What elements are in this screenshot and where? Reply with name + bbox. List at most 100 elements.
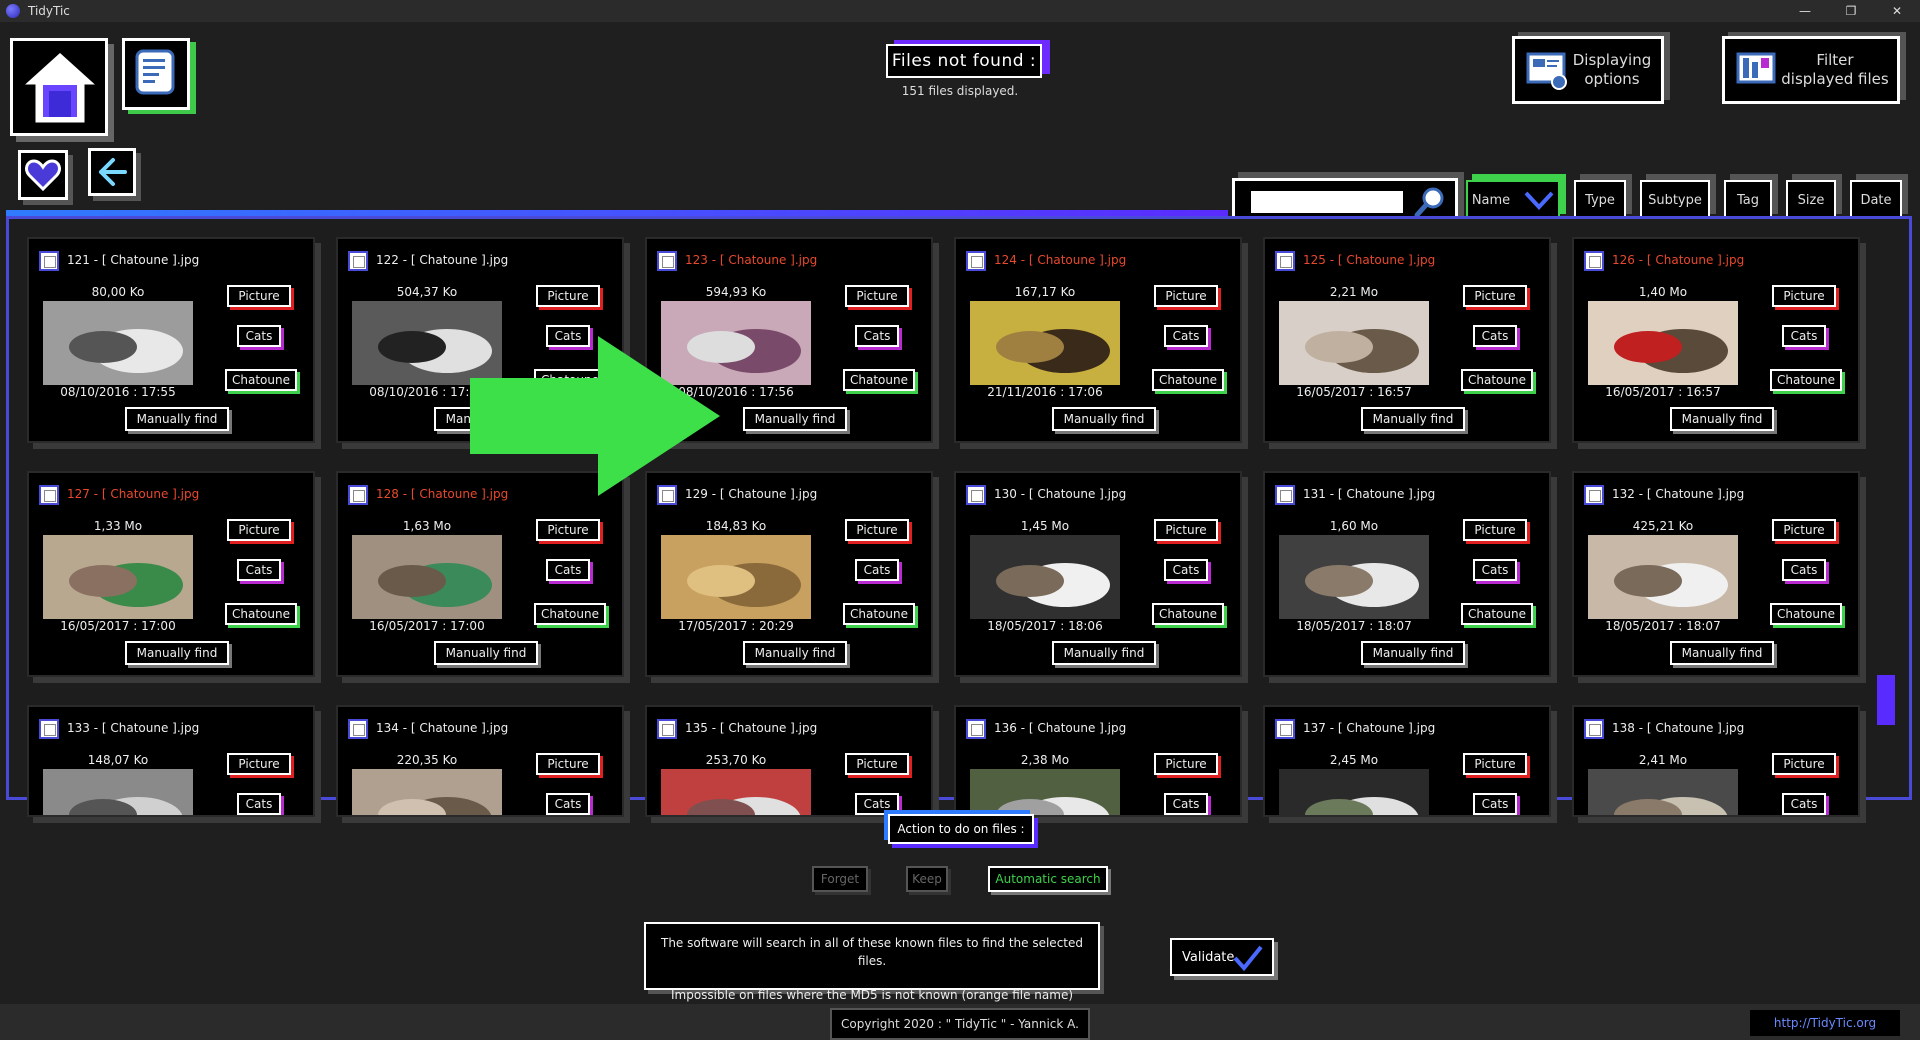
documents-button[interactable] [122, 38, 190, 110]
file-card[interactable]: 125 - [ Chatoune ].jpg 2,21 Mo 16/05/201… [1263, 237, 1551, 443]
type-tag[interactable]: Picture [845, 285, 909, 307]
file-checkbox[interactable] [39, 251, 59, 271]
sort-date-button[interactable]: Date [1850, 180, 1902, 220]
manually-find-button[interactable]: Manually find [743, 407, 847, 431]
file-checkbox[interactable] [348, 251, 368, 271]
name-tag[interactable]: Chatoune [225, 369, 297, 391]
name-tag[interactable]: Chatoune [843, 369, 915, 391]
file-card[interactable]: 133 - [ Chatoune ].jpg 148,07 Ko Picture… [27, 705, 315, 817]
subtype-tag[interactable]: Cats [1164, 559, 1208, 581]
name-tag[interactable]: Chatoune [1152, 603, 1224, 625]
display-options-button[interactable]: Displaying options [1512, 36, 1664, 104]
minimize-button[interactable]: — [1782, 0, 1828, 22]
file-checkbox[interactable] [1584, 719, 1604, 739]
type-tag[interactable]: Picture [536, 753, 600, 775]
file-card[interactable]: 138 - [ Chatoune ].jpg 2,41 Mo Picture C… [1572, 705, 1860, 817]
file-card[interactable]: 130 - [ Chatoune ].jpg 1,45 Mo 18/05/201… [954, 471, 1242, 677]
manually-find-button[interactable]: Manually find [125, 407, 229, 431]
name-tag[interactable]: Chatoune [225, 603, 297, 625]
validate-button[interactable]: Validate [1170, 938, 1274, 976]
file-checkbox[interactable] [1275, 719, 1295, 739]
filter-files-button[interactable]: Filter displayed files [1722, 36, 1900, 104]
file-checkbox[interactable] [39, 485, 59, 505]
subtype-tag[interactable]: Cats [1164, 325, 1208, 347]
file-card[interactable]: 135 - [ Chatoune ].jpg 253,70 Ko Picture… [645, 705, 933, 817]
file-checkbox[interactable] [966, 719, 986, 739]
name-tag[interactable]: Chatoune [1461, 369, 1533, 391]
subtype-tag[interactable]: Cats [855, 325, 899, 347]
file-card[interactable]: 136 - [ Chatoune ].jpg 2,38 Mo Picture C… [954, 705, 1242, 817]
type-tag[interactable]: Picture [1463, 519, 1527, 541]
file-card[interactable]: 128 - [ Chatoune ].jpg 1,63 Mo 16/05/201… [336, 471, 624, 677]
type-tag[interactable]: Picture [227, 519, 291, 541]
subtype-tag[interactable]: Cats [237, 793, 281, 815]
file-checkbox[interactable] [657, 719, 677, 739]
file-checkbox[interactable] [39, 719, 59, 739]
name-tag[interactable]: Chatoune [1152, 369, 1224, 391]
subtype-tag[interactable]: Cats [1782, 793, 1826, 815]
file-checkbox[interactable] [657, 251, 677, 271]
manually-find-button[interactable]: Manually find [125, 641, 229, 665]
subtype-tag[interactable]: Cats [1164, 793, 1208, 815]
manually-find-button[interactable]: Manually find [1361, 641, 1465, 665]
forget-button[interactable]: Forget [812, 866, 868, 892]
home-button[interactable] [10, 38, 108, 136]
favorites-button[interactable] [18, 150, 68, 200]
type-tag[interactable]: Picture [227, 753, 291, 775]
name-tag[interactable]: Chatoune [1770, 603, 1842, 625]
file-card[interactable]: 121 - [ Chatoune ].jpg 80,00 Ko 08/10/20… [27, 237, 315, 443]
type-tag[interactable]: Picture [536, 519, 600, 541]
vertical-scrollbar[interactable] [1877, 231, 1895, 791]
file-checkbox[interactable] [966, 485, 986, 505]
type-tag[interactable]: Picture [1154, 519, 1218, 541]
type-tag[interactable]: Picture [1154, 285, 1218, 307]
sort-subtype-button[interactable]: Subtype [1640, 180, 1710, 220]
scroll-thumb[interactable] [1877, 675, 1895, 725]
type-tag[interactable]: Picture [227, 285, 291, 307]
website-link[interactable]: http://TidyTic.org [1750, 1010, 1900, 1036]
search-icon[interactable] [1413, 185, 1447, 219]
type-tag[interactable]: Picture [845, 753, 909, 775]
subtype-tag[interactable]: Cats [237, 325, 281, 347]
manually-find-button[interactable]: Manually find [1670, 407, 1774, 431]
name-tag[interactable]: Chatoune [534, 603, 606, 625]
manually-find-button[interactable]: Manually find [434, 641, 538, 665]
search-input[interactable] [1251, 191, 1403, 213]
subtype-tag[interactable]: Cats [546, 559, 590, 581]
name-tag[interactable]: Chatoune [1770, 369, 1842, 391]
file-card[interactable]: 134 - [ Chatoune ].jpg 220,35 Ko Picture… [336, 705, 624, 817]
file-checkbox[interactable] [1584, 251, 1604, 271]
subtype-tag[interactable]: Cats [1473, 559, 1517, 581]
file-checkbox[interactable] [1275, 485, 1295, 505]
file-card[interactable]: 137 - [ Chatoune ].jpg 2,45 Mo Picture C… [1263, 705, 1551, 817]
automatic-search-button[interactable]: Automatic search [988, 866, 1108, 892]
subtype-tag[interactable]: Cats [237, 559, 281, 581]
type-tag[interactable]: Picture [1463, 285, 1527, 307]
file-card[interactable]: 126 - [ Chatoune ].jpg 1,40 Mo 16/05/201… [1572, 237, 1860, 443]
sort-name-button[interactable]: Name [1466, 180, 1560, 220]
type-tag[interactable]: Picture [1772, 285, 1836, 307]
file-card[interactable]: 129 - [ Chatoune ].jpg 184,83 Ko 17/05/2… [645, 471, 933, 677]
manually-find-button[interactable]: Manually find [1670, 641, 1774, 665]
sort-tag-button[interactable]: Tag [1724, 180, 1772, 220]
subtype-tag[interactable]: Cats [1782, 559, 1826, 581]
type-tag[interactable]: Picture [1772, 753, 1836, 775]
type-tag[interactable]: Picture [1772, 519, 1836, 541]
type-tag[interactable]: Picture [536, 285, 600, 307]
subtype-tag[interactable]: Cats [1782, 325, 1826, 347]
file-checkbox[interactable] [966, 251, 986, 271]
manually-find-button[interactable]: Manually find [743, 641, 847, 665]
back-button[interactable] [88, 148, 136, 196]
file-card[interactable]: 124 - [ Chatoune ].jpg 167,17 Ko 21/11/2… [954, 237, 1242, 443]
sort-size-button[interactable]: Size [1786, 180, 1836, 220]
type-tag[interactable]: Picture [1154, 753, 1218, 775]
name-tag[interactable]: Chatoune [843, 603, 915, 625]
subtype-tag[interactable]: Cats [1473, 793, 1517, 815]
file-checkbox[interactable] [1275, 251, 1295, 271]
manually-find-button[interactable]: Manually find [1052, 407, 1156, 431]
file-checkbox[interactable] [1584, 485, 1604, 505]
sort-type-button[interactable]: Type [1574, 180, 1626, 220]
name-tag[interactable]: Chatoune [1461, 603, 1533, 625]
restore-button[interactable]: ❐ [1828, 0, 1874, 22]
file-card[interactable]: 132 - [ Chatoune ].jpg 425,21 Ko 18/05/2… [1572, 471, 1860, 677]
